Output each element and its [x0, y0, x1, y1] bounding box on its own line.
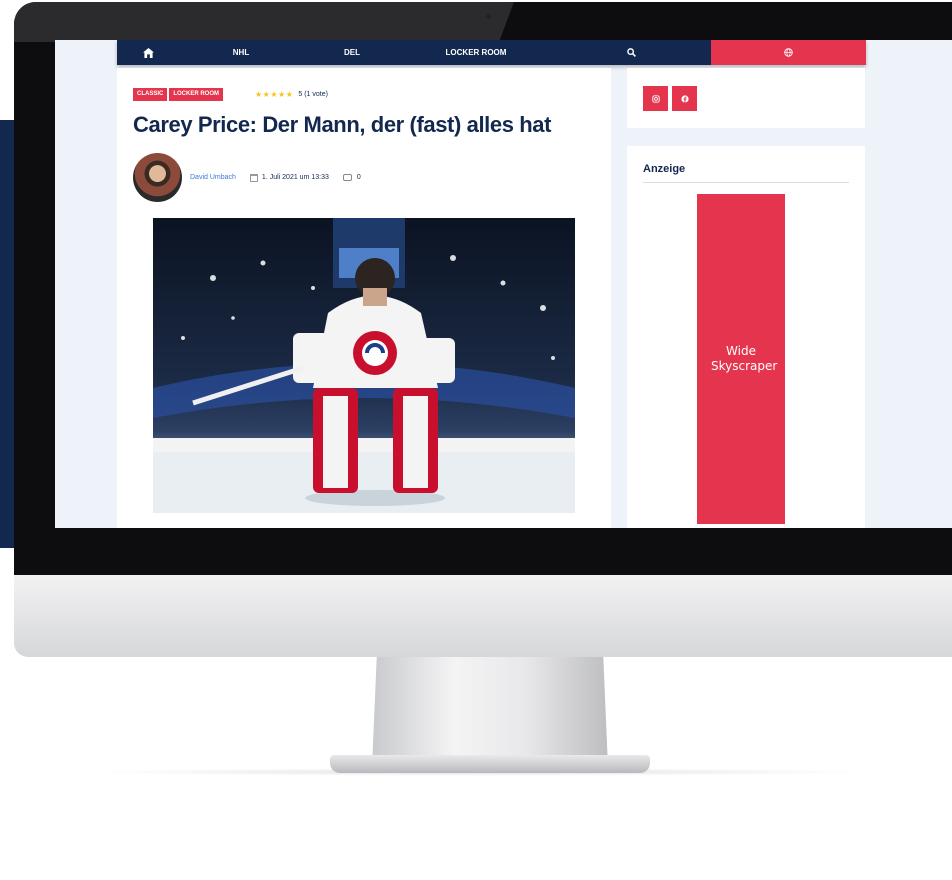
article-tags: CLASSIC LOCKER ROOM [133, 88, 224, 101]
main-navigation: NHL DEL LOCKER ROOM [117, 40, 866, 65]
monitor-stand [372, 657, 608, 767]
rating-stars[interactable]: ★★★★★ [255, 90, 293, 99]
sidebar-social [627, 68, 865, 128]
nav-search-button[interactable] [551, 40, 711, 65]
article-rating[interactable]: ★★★★★ 5 (1 vote) [255, 90, 328, 99]
article-hero-image [153, 218, 575, 513]
home-icon [142, 47, 154, 58]
nav-home-button[interactable] [117, 40, 179, 65]
nav-language-button[interactable] [711, 40, 866, 65]
website-screen: NHL DEL LOCKER ROOM CLASSIC LOCKER ROOM … [55, 40, 952, 528]
author-avatar[interactable] [133, 153, 182, 202]
comment-count[interactable]: 0 [357, 174, 361, 181]
facebook-button[interactable] [672, 86, 697, 111]
nav-item-locker-room[interactable]: LOCKER ROOM [401, 40, 551, 65]
calendar-icon [249, 173, 258, 182]
monitor-chin [14, 575, 952, 657]
tag-locker-room[interactable]: LOCKER ROOM [169, 88, 224, 101]
bezel-reflection [14, 2, 514, 42]
hockey-goalie-photo [153, 218, 575, 513]
facebook-icon [680, 94, 689, 103]
publish-date: 1. Juli 2021 um 13:33 [261, 174, 329, 181]
comment-icon[interactable] [342, 174, 352, 181]
article-card: CLASSIC LOCKER ROOM ★★★★★ 5 (1 vote) Car… [117, 68, 611, 528]
article-meta: David Umbach 1. Juli 2021 um 13:33 0 [133, 153, 361, 202]
rating-text: 5 (1 vote) [298, 91, 328, 98]
monitor-base [330, 755, 650, 773]
tag-classic[interactable]: CLASSIC [133, 88, 168, 101]
author-link[interactable]: David Umbach [190, 174, 236, 181]
article-title: Carey Price: Der Mann, der (fast) alles … [133, 112, 552, 137]
camera-icon [486, 14, 491, 19]
nav-item-del[interactable]: DEL [303, 40, 401, 65]
globe-icon [784, 48, 793, 57]
ad-heading: Anzeige [643, 163, 686, 175]
ad-banner-text: Wide Skyscraper [711, 344, 778, 373]
nav-item-nhl[interactable]: NHL [179, 40, 303, 65]
instagram-button[interactable] [643, 86, 668, 111]
ad-divider [643, 182, 849, 183]
ad-banner[interactable]: Wide Skyscraper [697, 194, 785, 524]
instagram-icon [651, 94, 660, 103]
search-icon [626, 48, 636, 57]
sidebar-ad-widget: Anzeige Wide Skyscraper [627, 146, 865, 528]
